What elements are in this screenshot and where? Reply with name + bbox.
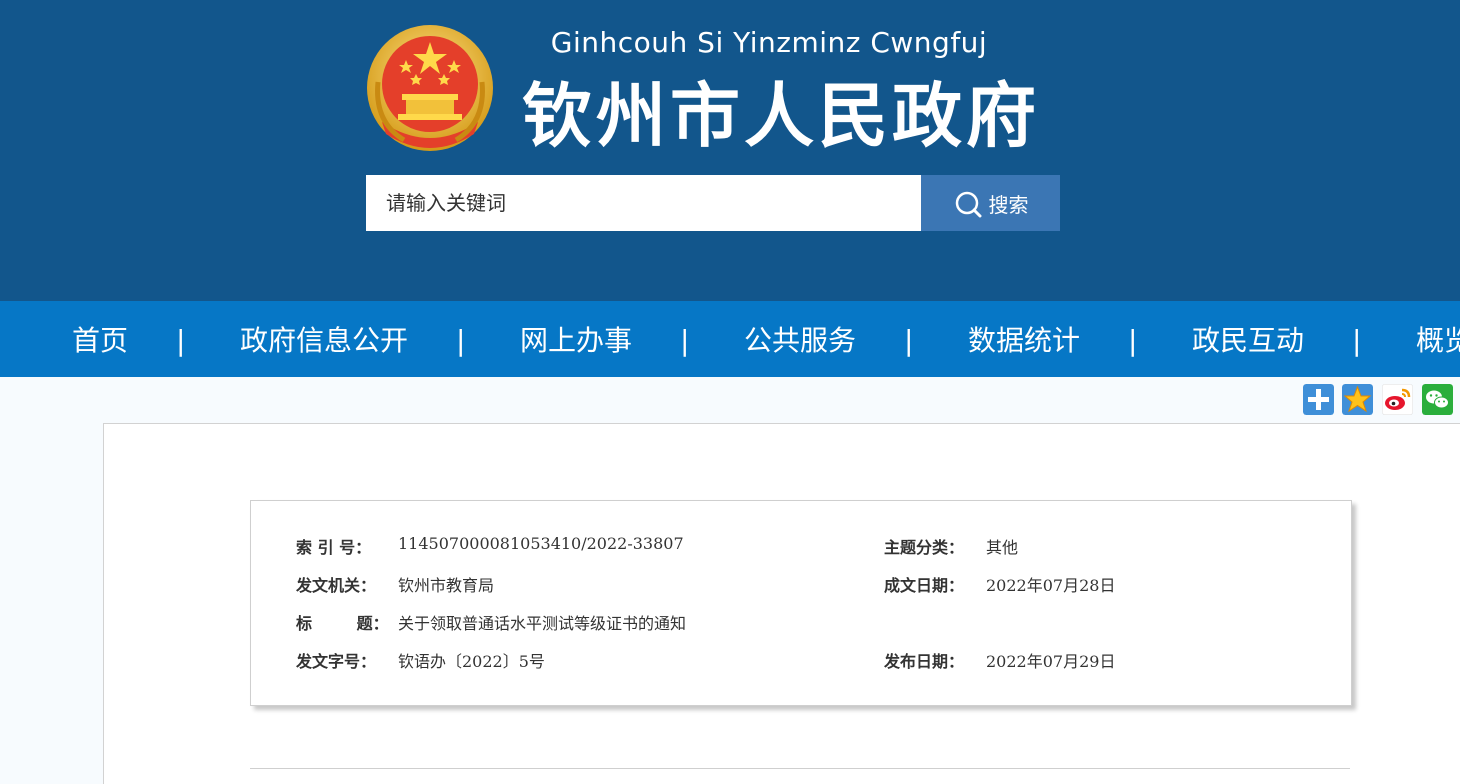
search-button[interactable]: 搜索: [921, 175, 1060, 231]
search-button-label: 搜索: [988, 192, 1029, 217]
issuer-value: 钦州市教育局: [398, 576, 495, 595]
topic-value: 其他: [986, 538, 1019, 557]
main-nav: 首页 | 政府信息公开 | 网上办事 | 公共服务 | 数据统计 | 政民互动 …: [0, 301, 1460, 377]
nav-separator: |: [680, 324, 690, 357]
nav-separator: |: [1352, 324, 1362, 357]
publish-date-value: 2022年07月29日: [986, 652, 1116, 671]
topic-label: 主题分类：: [884, 538, 965, 557]
site-title-en: Ginhcouh Si Yinzminz Cwngfuj: [550, 26, 988, 59]
search-icon: [955, 191, 981, 218]
index-no-value: 114507000081053410/2022-33807: [398, 534, 684, 553]
doc-no-label: 发文字号：: [296, 652, 377, 671]
title-label: 标 题：: [296, 614, 389, 633]
left-margin: [0, 377, 103, 771]
nav-item-gov-info[interactable]: 政府信息公开: [240, 301, 408, 377]
site-header: Ginhcouh Si Yinzminz Cwngfuj 钦州市人民政府 搜索: [0, 0, 1460, 301]
nav-item-public-service[interactable]: 公共服务: [744, 301, 856, 377]
publish-date-label: 发布日期：: [884, 652, 965, 671]
nav-item-home[interactable]: 首页: [72, 301, 128, 377]
doc-no-value: 钦语办〔2022〕5号: [398, 652, 545, 671]
title-value: 关于领取普通话水平测试等级证书的通知: [398, 614, 687, 633]
meta-row: 发文机关： 钦州市教育局 成文日期： 2022年07月28日: [251, 572, 1351, 596]
nav-separator: |: [176, 324, 186, 357]
nav-item-interaction[interactable]: 政民互动: [1192, 301, 1304, 377]
nav-separator: |: [904, 324, 914, 357]
nav-item-online-service[interactable]: 网上办事: [520, 301, 632, 377]
document-meta-box: 索 引 号： 114507000081053410/2022-33807 主题分…: [250, 500, 1352, 706]
written-date-label: 成文日期：: [884, 576, 965, 595]
national-emblem-icon: [367, 25, 493, 151]
plus-share-icon[interactable]: [1303, 384, 1334, 415]
nav-item-overview[interactable]: 概览: [1416, 301, 1460, 377]
issuer-label: 发文机关：: [296, 576, 377, 595]
meta-row: 标 题： 关于领取普通话水平测试等级证书的通知: [251, 610, 1351, 634]
nav-separator: |: [456, 324, 466, 357]
meta-row: 发文字号： 钦语办〔2022〕5号 发布日期： 2022年07月29日: [251, 648, 1351, 672]
search-input[interactable]: [366, 175, 922, 231]
wechat-icon[interactable]: [1422, 384, 1453, 415]
nav-item-statistics[interactable]: 数据统计: [968, 301, 1080, 377]
written-date-value: 2022年07月28日: [986, 576, 1116, 595]
weibo-icon[interactable]: [1382, 384, 1413, 415]
nav-separator: |: [1128, 324, 1138, 357]
content-divider: [250, 768, 1350, 769]
meta-row: 索 引 号： 114507000081053410/2022-33807 主题分…: [251, 534, 1351, 558]
favorite-star-icon[interactable]: [1342, 384, 1373, 415]
site-title: 钦州市人民政府: [522, 75, 1040, 157]
index-no-label: 索 引 号：: [296, 538, 372, 557]
